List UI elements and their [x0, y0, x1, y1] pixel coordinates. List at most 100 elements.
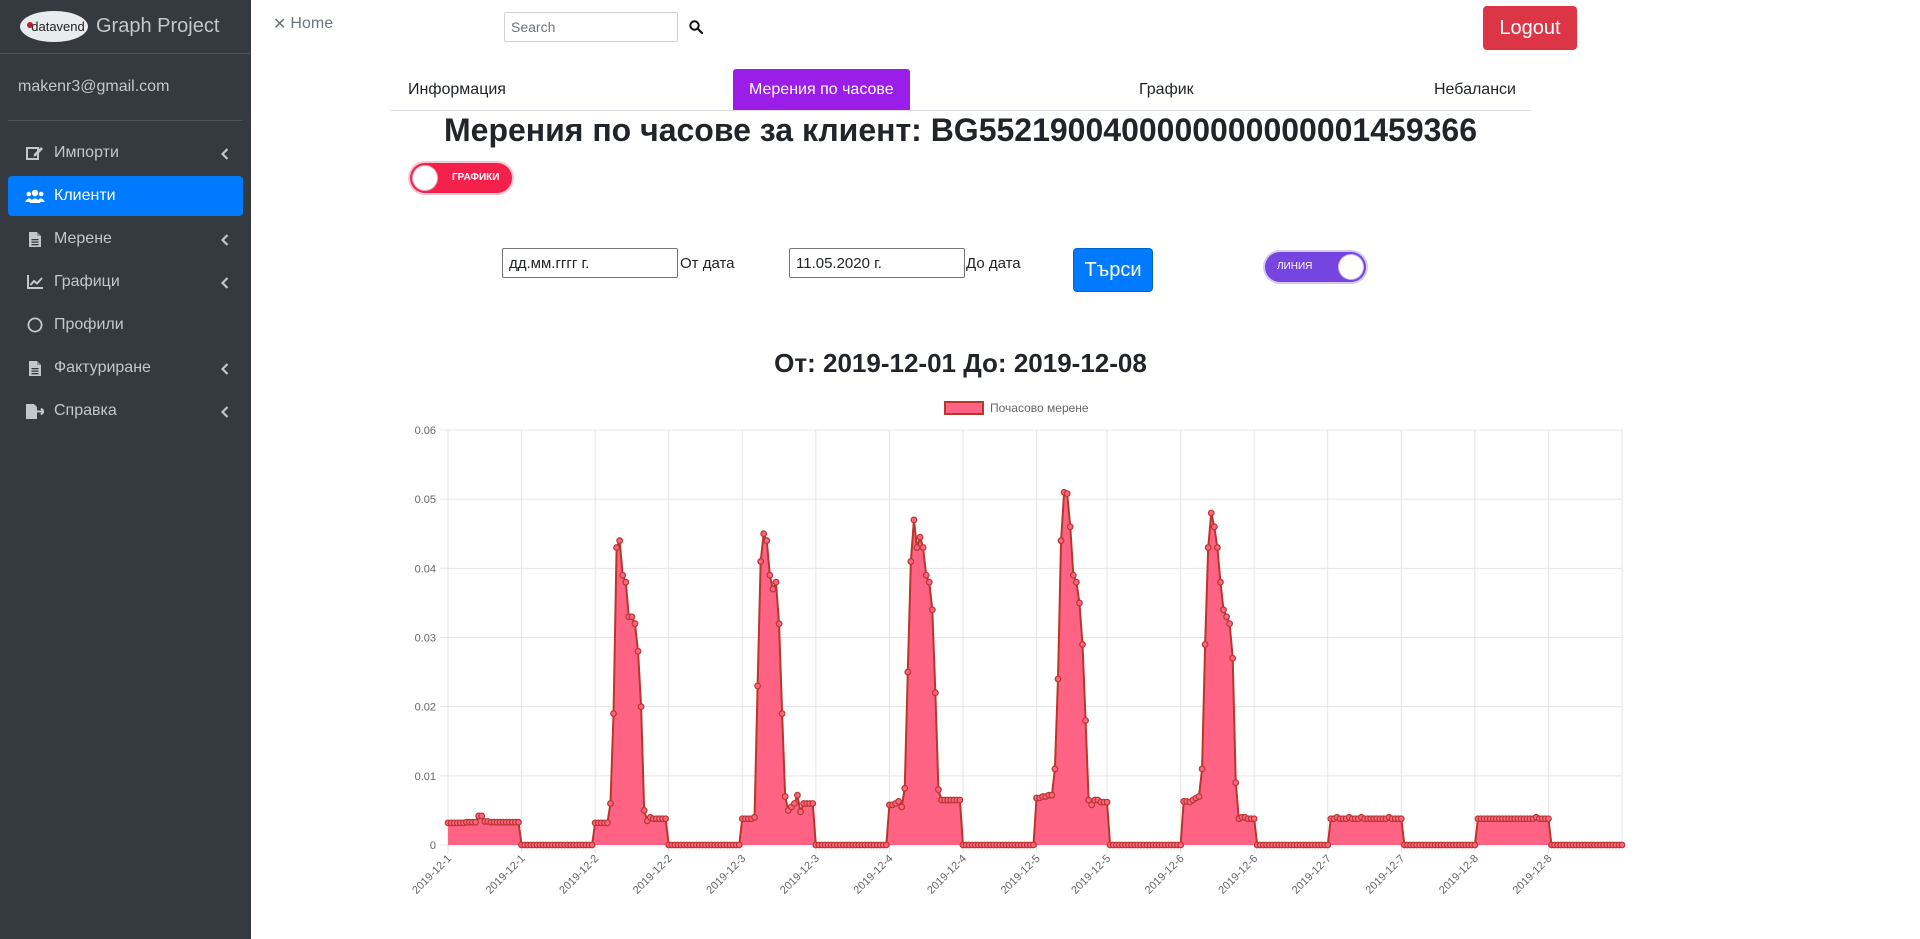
data-point [928, 606, 936, 614]
y-tick-label: 0.01 [415, 771, 436, 783]
search-input[interactable] [504, 12, 678, 42]
logo-dot-icon [27, 22, 33, 28]
sidebar-item[interactable]: Фактуриране [8, 348, 243, 388]
data-point [472, 818, 479, 826]
y-tick-label: 0 [430, 840, 436, 852]
line-toggle[interactable]: ЛИНИЯ [1265, 252, 1366, 282]
series-area [448, 492, 1622, 845]
data-point [1213, 544, 1221, 551]
x-tick-label: 2019-12-3 [704, 853, 748, 897]
search-button[interactable]: Търси [1073, 248, 1153, 292]
x-tick-label: 2019-12-8 [1437, 853, 1481, 897]
sidebar-item-label: Мерене [54, 230, 112, 247]
data-point [640, 807, 648, 814]
x-tick-label: 2019-12-1 [484, 853, 528, 897]
page-title: Мерения по часове за клиент: BG552190040… [443, 112, 1477, 148]
data-point [613, 544, 620, 551]
data-point [916, 533, 924, 541]
data-point [904, 668, 912, 676]
data-point [913, 544, 921, 551]
data-point [754, 682, 761, 690]
data-point [1057, 537, 1065, 545]
file-icon [24, 230, 46, 248]
data-point [809, 800, 817, 807]
logo: datavend [20, 11, 88, 42]
chevron-left-icon [220, 233, 229, 251]
data-point [662, 815, 670, 823]
data-point [1103, 798, 1111, 806]
x-tick-label: 2019-12-2 [557, 853, 601, 897]
to-date-label: До дата [966, 255, 1021, 272]
user-panel[interactable]: makenr3@gmail.com [8, 54, 243, 121]
data-point [922, 571, 930, 579]
data-point [772, 578, 780, 586]
sidebar-item-label: Профили [54, 316, 124, 333]
sidebar-item[interactable]: Профили [8, 305, 243, 345]
data-point [794, 791, 801, 799]
sidebar-item[interactable]: Графици [8, 262, 243, 302]
data-point [778, 710, 786, 717]
chart-title: От: 2019-12-01 До: 2019-12-08 [774, 348, 1147, 378]
sidebar-item-label: Справка [54, 402, 117, 419]
sidebar-item[interactable]: Клиенти [8, 176, 243, 216]
data-point [797, 808, 804, 816]
tab-information[interactable]: Информация [408, 69, 506, 110]
tab-hourly-measurements[interactable]: Мерения по часове [733, 69, 910, 110]
edit-icon [24, 144, 46, 162]
data-point [1069, 571, 1077, 579]
sidebar-item[interactable]: Справка [8, 391, 243, 431]
data-point [735, 841, 743, 849]
file-icon [24, 359, 46, 377]
charts-toggle[interactable]: ГРАФИКИ [410, 163, 512, 193]
data-point [1618, 841, 1626, 849]
chevron-left-icon [220, 362, 229, 380]
toggle-knob [1339, 255, 1363, 279]
y-tick-label: 0.02 [415, 702, 436, 714]
from-date-input[interactable] [502, 248, 678, 278]
sidebar-nav: Импорти Клиенти Мерене Графици Профили Фактур… [0, 133, 251, 431]
logout-button[interactable]: Logout [1483, 6, 1577, 50]
data-point [1397, 815, 1405, 823]
data-point [907, 558, 915, 565]
data-point [607, 800, 614, 807]
brand[interactable]: datavend Graph Project [0, 0, 251, 54]
data-point [1226, 620, 1234, 628]
sidebar-item[interactable]: Мерене [8, 219, 243, 259]
data-point [1217, 578, 1224, 586]
data-point [619, 571, 627, 579]
sidebar-item-label: Графици [54, 273, 120, 290]
tab-schedule[interactable]: График [1139, 69, 1194, 110]
data-point [478, 812, 486, 820]
data-point [895, 798, 903, 805]
data-point [622, 578, 630, 586]
data-point [1030, 841, 1037, 849]
data-point [588, 841, 596, 849]
y-tick-label: 0.04 [415, 563, 436, 575]
tab-imbalances[interactable]: Небаланси [1434, 69, 1516, 110]
sidebar: datavend Graph Project makenr3@gmail.com… [0, 0, 251, 939]
close-icon[interactable]: ✕ [273, 14, 286, 34]
logo-text: datavend [31, 19, 85, 34]
data-point [757, 558, 765, 565]
x-tick-label: 2019-12-4 [925, 853, 969, 897]
data-point [781, 793, 789, 800]
data-point [901, 784, 909, 792]
x-tick-label: 2019-12-7 [1290, 853, 1334, 897]
to-date-input[interactable] [789, 248, 965, 278]
data-point [935, 786, 942, 794]
y-tick-label: 0.05 [415, 494, 436, 506]
data-point [1207, 509, 1215, 517]
data-point [1232, 779, 1240, 787]
search-icon[interactable] [686, 17, 706, 37]
data-point [751, 813, 758, 821]
x-tick-label: 2019-12-7 [1363, 853, 1407, 897]
data-point [1223, 613, 1230, 621]
y-tick-label: 0.03 [415, 633, 436, 645]
line-chart-icon [24, 273, 46, 291]
home-link[interactable]: ✕ Home [273, 14, 333, 34]
legend-swatch [944, 401, 984, 415]
data-point [1204, 544, 1212, 551]
users-icon [24, 187, 46, 205]
sidebar-item-label: Фактуриране [54, 359, 151, 376]
sidebar-item[interactable]: Импорти [8, 133, 243, 173]
